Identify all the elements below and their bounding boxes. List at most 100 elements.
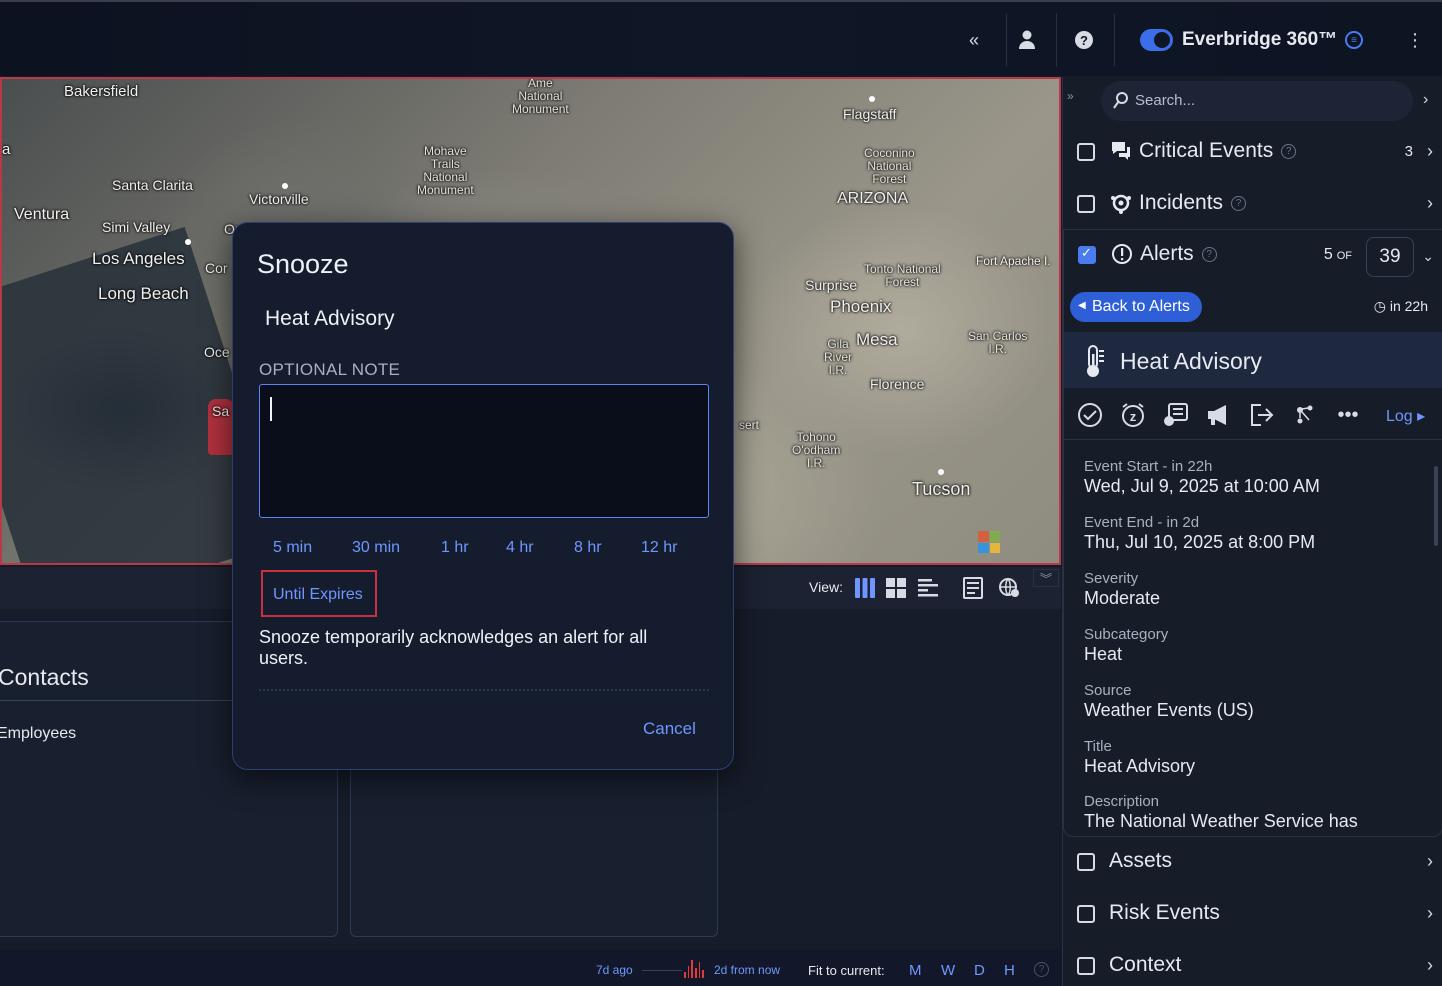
fit-hour-button[interactable]: H xyxy=(1004,962,1015,979)
divider xyxy=(0,700,232,701)
alerts-total-button[interactable]: 39 xyxy=(1366,237,1414,277)
chevron-right-icon[interactable]: › xyxy=(1423,91,1428,109)
risk-events-checkbox[interactable] xyxy=(1077,905,1095,923)
map-label: Victorville xyxy=(249,191,309,207)
map-label: Phoenix xyxy=(830,297,892,316)
alert-eta: ◷ in 22h xyxy=(1373,298,1428,314)
alert-actions: z ••• Log ▸ xyxy=(1064,390,1442,440)
section-title: Alerts? xyxy=(1140,242,1217,266)
fit-label: Fit to current: xyxy=(808,963,885,978)
columns-view-icon[interactable] xyxy=(854,577,876,599)
note-field[interactable] xyxy=(259,384,709,518)
map-label: Mesa xyxy=(856,330,898,349)
help-circle-icon[interactable]: ? xyxy=(1072,28,1096,52)
cancel-button[interactable]: Cancel xyxy=(643,719,696,739)
detail-source: Source Weather Events (US) xyxy=(1084,682,1254,720)
search-icon xyxy=(1113,91,1131,109)
note-label: OPTIONAL NOTE xyxy=(259,360,401,379)
map-label: Ame National Monument xyxy=(512,77,569,116)
divider xyxy=(1114,14,1115,66)
search-input[interactable]: Search... xyxy=(1135,92,1195,109)
timeline-start: 7d ago xyxy=(596,963,633,977)
double-chevron-down-icon[interactable]: ︾ xyxy=(1033,569,1059,587)
search-box[interactable]: Search... xyxy=(1101,81,1413,121)
snooze-12hr-button[interactable]: 12 hr xyxy=(641,539,677,557)
snooze-1hr-button[interactable]: 1 hr xyxy=(441,539,469,557)
section-risk-events[interactable]: Risk Events › xyxy=(1063,889,1442,941)
brand-toggle[interactable] xyxy=(1140,29,1173,51)
incidents-checkbox[interactable] xyxy=(1077,195,1095,213)
grid-view-icon[interactable] xyxy=(885,577,907,599)
detail-event-start: Event Start - in 22h Wed, Jul 9, 2025 at… xyxy=(1084,458,1320,496)
snooze-8hr-button[interactable]: 8 hr xyxy=(574,539,602,557)
details-scrollbar[interactable] xyxy=(1434,466,1438,546)
megaphone-chat-icon xyxy=(1109,139,1133,163)
virus-icon xyxy=(1109,191,1133,215)
chevron-right-icon[interactable]: › xyxy=(1427,903,1433,924)
chevron-right-icon[interactable]: › xyxy=(1427,193,1433,214)
snooze-30min-button[interactable]: 30 min xyxy=(352,539,400,557)
alerts-shown-count: 5 OF xyxy=(1323,246,1352,263)
alert-title: Heat Advisory xyxy=(1120,348,1262,374)
export-icon[interactable] xyxy=(1249,402,1275,428)
user-icon[interactable] xyxy=(1015,28,1039,52)
section-incidents[interactable]: Incidents? › xyxy=(1063,179,1442,231)
section-context[interactable]: Context › xyxy=(1063,941,1442,986)
right-panel: » Search... › Critical Events? 3 › Incid… xyxy=(1062,77,1442,986)
map-label: Los Angeles xyxy=(92,249,185,268)
section-assets[interactable]: Assets › xyxy=(1063,837,1442,889)
chevron-right-icon[interactable]: › xyxy=(1427,141,1433,162)
share-icon[interactable] xyxy=(1292,402,1318,428)
section-alerts-header[interactable]: Alerts? 5OF 39 ⌄ xyxy=(1064,230,1442,282)
kebab-menu-icon[interactable]: ⋮ xyxy=(1403,28,1427,52)
context-checkbox[interactable] xyxy=(1077,957,1095,975)
map-label: Sa xyxy=(212,403,230,419)
timeline-track[interactable] xyxy=(642,970,682,971)
assets-checkbox[interactable] xyxy=(1077,853,1095,871)
map-label: Gila River I.R. xyxy=(824,337,853,377)
fit-month-button[interactable]: M xyxy=(909,962,922,979)
report-icon[interactable] xyxy=(962,577,984,599)
svg-text:z: z xyxy=(1130,409,1137,424)
exclamation-circle-icon xyxy=(1110,242,1134,266)
back-to-alerts-button[interactable]: Back to Alerts xyxy=(1070,292,1202,322)
detail-severity: Severity Moderate xyxy=(1084,570,1161,608)
modal-subject: Heat Advisory xyxy=(265,307,395,330)
fit-week-button[interactable]: W xyxy=(941,962,955,979)
double-chevron-left-icon[interactable]: « xyxy=(962,28,986,52)
chat-badge-icon[interactable]: ≡ xyxy=(1345,31,1363,49)
contacts-item-employees[interactable]: Employees xyxy=(0,725,76,743)
acknowledge-icon[interactable] xyxy=(1077,402,1103,428)
alerts-checkbox[interactable] xyxy=(1078,245,1096,264)
detail-subcategory: Subcategory Heat xyxy=(1084,626,1169,664)
snooze-4hr-button[interactable]: 4 hr xyxy=(506,539,534,557)
section-title: Incidents? xyxy=(1139,191,1247,215)
divider xyxy=(1006,14,1007,66)
divider xyxy=(1056,14,1057,66)
snooze-5min-button[interactable]: 5 min xyxy=(273,539,312,557)
globe-settings-icon[interactable] xyxy=(998,577,1020,599)
notes-icon[interactable] xyxy=(1163,402,1189,428)
svg-text:?: ? xyxy=(1080,33,1088,48)
megaphone-icon[interactable] xyxy=(1206,402,1232,428)
critical-events-checkbox[interactable] xyxy=(1077,143,1095,161)
log-link[interactable]: Log ▸ xyxy=(1386,406,1425,426)
chevron-down-icon[interactable]: ⌄ xyxy=(1422,248,1434,265)
more-icon[interactable]: ••• xyxy=(1335,402,1361,428)
help-circle-icon[interactable]: ? xyxy=(1034,962,1049,977)
snooze-icon[interactable]: z xyxy=(1120,402,1146,428)
until-expires-button[interactable]: Until Expires xyxy=(261,570,377,617)
list-view-icon[interactable] xyxy=(917,577,939,599)
double-chevron-right-icon[interactable]: » xyxy=(1067,89,1074,103)
map-label: Santa Clarita xyxy=(112,177,193,193)
detail-title: Title Heat Advisory xyxy=(1084,738,1196,776)
chevron-right-icon[interactable]: › xyxy=(1427,955,1433,976)
alert-title-row: Heat Advisory xyxy=(1064,332,1442,388)
section-critical-events[interactable]: Critical Events? 3 › xyxy=(1063,127,1442,179)
fit-day-button[interactable]: D xyxy=(974,962,985,979)
map-label: Coconino National Forest xyxy=(864,146,915,186)
text-caret xyxy=(270,397,272,421)
chevron-right-icon[interactable]: › xyxy=(1427,851,1433,872)
top-bar: « ? Everbridge 360™ ≡ ⋮ xyxy=(0,0,1442,76)
help-icon: ? xyxy=(1201,246,1217,262)
